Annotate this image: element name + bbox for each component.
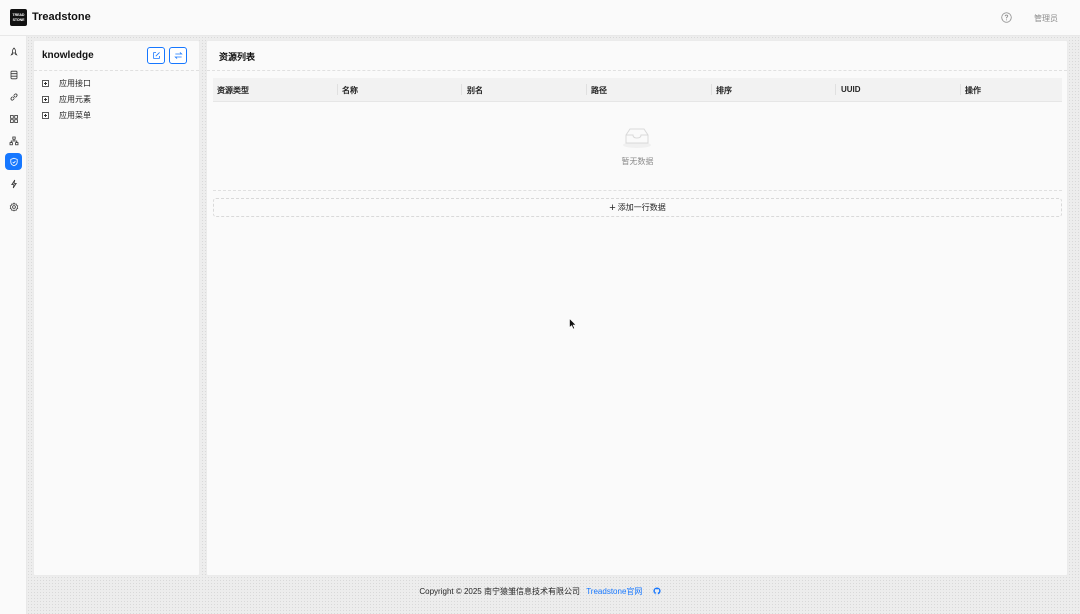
column-divider	[586, 84, 587, 95]
main-panel-header: 资源列表	[207, 41, 1067, 71]
column-header-sort: 排序	[716, 86, 732, 95]
database-icon	[10, 70, 17, 79]
app-logo[interactable]: TREAD STONE	[10, 9, 27, 26]
edit-button[interactable]	[147, 47, 165, 64]
column-header-type: 资源类型	[217, 86, 249, 95]
table-header: 资源类型 名称 别名 路径 排序 UUID 操作	[213, 78, 1062, 102]
tree-node-label: 应用接口	[59, 78, 91, 88]
column-divider	[960, 84, 961, 95]
empty-state: 暂无数据	[213, 102, 1062, 191]
link-icon	[10, 92, 18, 101]
main-panel: 资源列表 资源类型 名称 别名 路径 排序 UUID 操作 暂无数据 + 添加一…	[206, 40, 1068, 576]
rail-link-button[interactable]	[5, 88, 22, 105]
resource-table: 资源类型 名称 别名 路径 排序 UUID 操作 暂无数据	[213, 78, 1062, 191]
page-title: 资源列表	[219, 52, 256, 62]
tree-panel-header: knowledge	[34, 41, 199, 71]
rail-apps-button[interactable]	[5, 110, 22, 127]
rail-org-button[interactable]	[5, 132, 22, 149]
help-icon[interactable]	[1001, 12, 1012, 23]
org-tree-icon	[9, 136, 18, 145]
swap-button[interactable]	[169, 47, 187, 64]
column-divider	[461, 84, 462, 95]
app-title: Treadstone	[32, 11, 91, 23]
rail-rocket-button[interactable]	[5, 43, 22, 60]
shield-icon	[9, 157, 18, 166]
add-row-label: 添加一行数据	[617, 203, 666, 212]
side-nav-rail	[0, 36, 27, 614]
expand-icon[interactable]	[42, 111, 49, 119]
copyright-text: Copyright © 2025 南宁猿雏信息技术有限公司	[419, 587, 580, 596]
rocket-icon	[9, 46, 18, 56]
edit-icon	[152, 52, 160, 59]
column-divider	[835, 84, 836, 95]
rail-lightning-button[interactable]	[5, 175, 22, 192]
tree-node-app-api[interactable]: 应用接口	[42, 76, 91, 90]
column-header-name: 名称	[342, 86, 358, 95]
rail-settings-button[interactable]	[5, 198, 22, 215]
column-header-uuid: UUID	[841, 85, 861, 94]
tree-node-label: 应用元素	[59, 94, 91, 104]
expand-icon[interactable]	[42, 95, 49, 103]
gear-icon	[9, 201, 18, 212]
apps-icon	[9, 114, 18, 123]
mouse-cursor-icon	[569, 318, 577, 330]
tree-node-app-element[interactable]: 应用元素	[42, 92, 91, 106]
plus-icon: +	[609, 201, 616, 214]
logo-line-2: STONE	[12, 17, 25, 22]
tree-node-app-menu[interactable]: 应用菜单	[42, 108, 91, 122]
footer: Copyright © 2025 南宁猿雏信息技术有限公司 Treadstone…	[0, 586, 1080, 597]
swap-icon	[173, 52, 183, 59]
add-row-button[interactable]: + 添加一行数据	[213, 198, 1062, 217]
column-header-actions: 操作	[965, 86, 981, 95]
column-header-alias: 别名	[467, 86, 483, 95]
top-header: TREAD STONE Treadstone 管理员	[0, 0, 1080, 36]
rail-database-button[interactable]	[5, 66, 22, 83]
column-header-path: 路径	[591, 86, 607, 95]
expand-icon[interactable]	[42, 79, 49, 87]
user-menu[interactable]: 管理员	[1034, 13, 1058, 24]
tree-node-label: 应用菜单	[59, 110, 91, 120]
tree-title: knowledge	[42, 50, 94, 61]
column-divider	[711, 84, 712, 95]
website-link[interactable]: Treadstone官网	[586, 587, 642, 596]
tree-panel: knowledge 应用接口 应用元素 应用菜单	[33, 40, 200, 576]
column-divider	[337, 84, 338, 95]
empty-text: 暂无数据	[621, 157, 654, 166]
lightning-icon	[10, 179, 17, 188]
rail-shield-button[interactable]	[5, 153, 22, 170]
github-icon[interactable]	[653, 587, 661, 595]
empty-box-icon	[623, 128, 651, 148]
